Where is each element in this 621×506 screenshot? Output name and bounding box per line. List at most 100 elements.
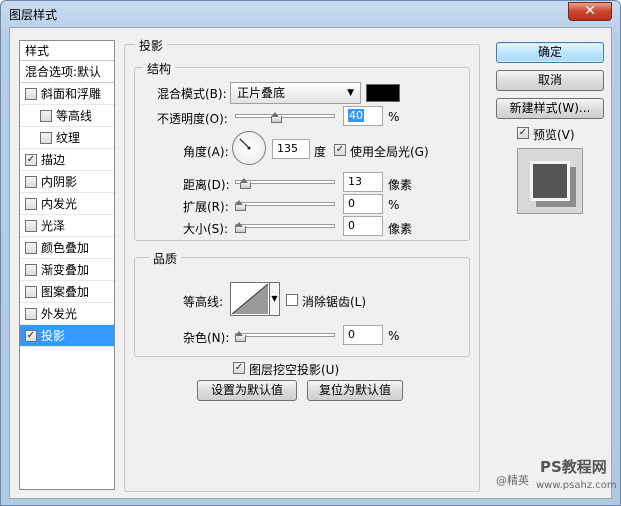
style-item-checkbox[interactable] <box>25 308 37 320</box>
contour-picker[interactable] <box>230 282 270 316</box>
opacity-input[interactable]: 40 <box>343 106 383 126</box>
style-item[interactable]: 内阴影 <box>20 171 114 193</box>
style-item[interactable]: 光泽 <box>20 215 114 237</box>
distance-value: 13 <box>348 175 362 188</box>
layer-style-dialog: 图层样式 ✕ 样式 混合选项:默认 斜面和浮雕等高线纹理 ✓ 描边内阴影 内发光 光泽颜… <box>0 0 621 506</box>
style-item-label: 图案叠加 <box>41 285 90 299</box>
spread-unit: % <box>388 198 400 212</box>
spread-input[interactable]: 0 <box>343 194 383 214</box>
style-item[interactable]: 斜面和浮雕 <box>20 83 114 105</box>
angle-label: 角度(A): <box>183 145 229 159</box>
spread-slider[interactable] <box>235 199 335 211</box>
style-list: 样式 混合选项:默认 斜面和浮雕等高线纹理 ✓ 描边内阴影 内发光 光泽颜色叠加渐变叠加… <box>19 40 115 490</box>
drop-shadow-group: 投影 结构 混合模式(B): 正片叠底 ▼ 不透明度(O): 40 % 角度(A… <box>124 37 480 492</box>
style-item-checkbox[interactable] <box>25 198 37 210</box>
style-item[interactable]: 外发光 <box>20 303 114 325</box>
distance-label: 距离(D): <box>183 178 230 192</box>
size-value: 0 <box>348 219 355 232</box>
style-list-header[interactable]: 样式 <box>20 41 114 61</box>
blend-options-item[interactable]: 混合选项:默认 <box>20 61 114 83</box>
style-item[interactable]: ✓ 描边 <box>20 149 114 171</box>
reset-default-label: 复位为默认值 <box>318 383 391 397</box>
size-slider[interactable] <box>235 221 335 233</box>
style-item[interactable]: 渐变叠加 <box>20 259 114 281</box>
shadow-color-swatch[interactable] <box>366 84 400 102</box>
new-style-label: 新建样式(W)... <box>509 101 591 115</box>
watermark-url: www.psahz.com <box>536 480 617 491</box>
style-item[interactable]: 纹理 <box>20 127 114 149</box>
opacity-slider-thumb[interactable] <box>271 112 283 123</box>
noise-input[interactable]: 0 <box>343 325 383 345</box>
preview-thumbnail <box>530 161 570 201</box>
style-item[interactable]: 颜色叠加 <box>20 237 114 259</box>
contour-label: 等高线: <box>183 295 224 309</box>
style-item[interactable]: 等高线 <box>20 105 114 127</box>
make-default-label: 设置为默认值 <box>210 383 283 397</box>
style-item[interactable]: ✓ 投影 <box>20 325 114 347</box>
angle-dial[interactable] <box>232 131 266 165</box>
reset-default-button[interactable]: 复位为默认值 <box>307 380 403 401</box>
style-item-checkbox[interactable] <box>25 242 37 254</box>
spread-slider-thumb[interactable] <box>235 200 246 211</box>
style-item-checkbox[interactable] <box>25 88 37 100</box>
antialias-label[interactable]: 消除锯齿(L) <box>302 293 366 310</box>
distance-unit: 像素 <box>388 178 413 192</box>
distance-slider[interactable] <box>235 177 335 189</box>
contour-dropdown-button[interactable]: ▼ <box>270 282 280 316</box>
preview-label[interactable]: 预览(V) <box>533 126 575 143</box>
structure-group: 结构 混合模式(B): 正片叠底 ▼ 不透明度(O): 40 % 角度(A): <box>134 60 470 241</box>
global-light-checkbox[interactable]: ✓ <box>334 144 346 156</box>
style-item[interactable]: 内发光 <box>20 193 114 215</box>
title-bar[interactable]: 图层样式 ✕ <box>1 1 620 27</box>
style-items: 斜面和浮雕等高线纹理 ✓ 描边内阴影 内发光 光泽颜色叠加渐变叠加图案叠加外发光 ✓ 投影 <box>20 83 114 347</box>
angle-input[interactable]: 135 <box>272 139 310 159</box>
size-slider-track <box>235 224 335 228</box>
noise-slider[interactable] <box>235 330 335 342</box>
angle-value: 135 <box>277 142 298 155</box>
distance-slider-thumb[interactable] <box>239 178 251 189</box>
chevron-down-icon: ▼ <box>271 294 278 303</box>
global-light-label[interactable]: 使用全局光(G) <box>350 143 429 160</box>
opacity-slider-track <box>235 114 335 118</box>
opacity-slider[interactable] <box>235 111 335 123</box>
knockout-label[interactable]: 图层挖空投影(U) <box>249 361 339 378</box>
close-button[interactable]: ✕ <box>568 2 612 21</box>
dialog-client: 样式 混合选项:默认 斜面和浮雕等高线纹理 ✓ 描边内阴影 内发光 光泽颜色叠加渐变叠加… <box>9 27 617 499</box>
make-default-button[interactable]: 设置为默认值 <box>197 380 297 401</box>
knockout-checkbox[interactable]: ✓ <box>233 362 245 374</box>
preview-checkbox[interactable]: ✓ <box>517 127 529 139</box>
style-item-label: 投影 <box>41 329 66 343</box>
ok-label: 确定 <box>537 45 562 59</box>
style-item-label: 斜面和浮雕 <box>41 87 102 101</box>
style-item-checkbox[interactable] <box>25 286 37 298</box>
style-item-checkbox[interactable] <box>25 264 37 276</box>
style-item-label: 纹理 <box>56 131 81 145</box>
style-item-checkbox[interactable] <box>25 176 37 188</box>
style-item[interactable]: 图案叠加 <box>20 281 114 303</box>
ok-button[interactable]: 确定 <box>496 42 604 63</box>
size-unit: 像素 <box>388 222 413 236</box>
style-item-checkbox[interactable]: ✓ <box>25 330 37 342</box>
opacity-unit: % <box>388 110 400 124</box>
style-item-checkbox[interactable] <box>25 220 37 232</box>
style-item-checkbox[interactable] <box>40 132 52 144</box>
style-item-checkbox[interactable] <box>40 110 52 122</box>
noise-slider-thumb[interactable] <box>235 331 246 342</box>
new-style-button[interactable]: 新建样式(W)... <box>496 98 604 119</box>
distance-input[interactable]: 13 <box>343 172 383 192</box>
size-slider-thumb[interactable] <box>235 222 246 233</box>
style-item-label: 描边 <box>41 153 66 167</box>
blend-mode-value: 正片叠底 <box>237 86 286 100</box>
watermark-prefix: @精英 <box>496 474 529 487</box>
noise-slider-track <box>235 333 335 337</box>
antialias-checkbox[interactable] <box>286 294 298 306</box>
style-item-checkbox[interactable]: ✓ <box>25 154 37 166</box>
cancel-label: 取消 <box>537 73 562 87</box>
quality-title: 品质 <box>149 250 182 267</box>
size-input[interactable]: 0 <box>343 216 383 236</box>
spread-label: 扩展(R): <box>183 200 229 214</box>
blend-mode-dropdown[interactable]: 正片叠底 ▼ <box>230 82 361 104</box>
cancel-button[interactable]: 取消 <box>496 70 604 91</box>
style-item-label: 颜色叠加 <box>41 241 90 255</box>
style-preview <box>517 148 583 214</box>
